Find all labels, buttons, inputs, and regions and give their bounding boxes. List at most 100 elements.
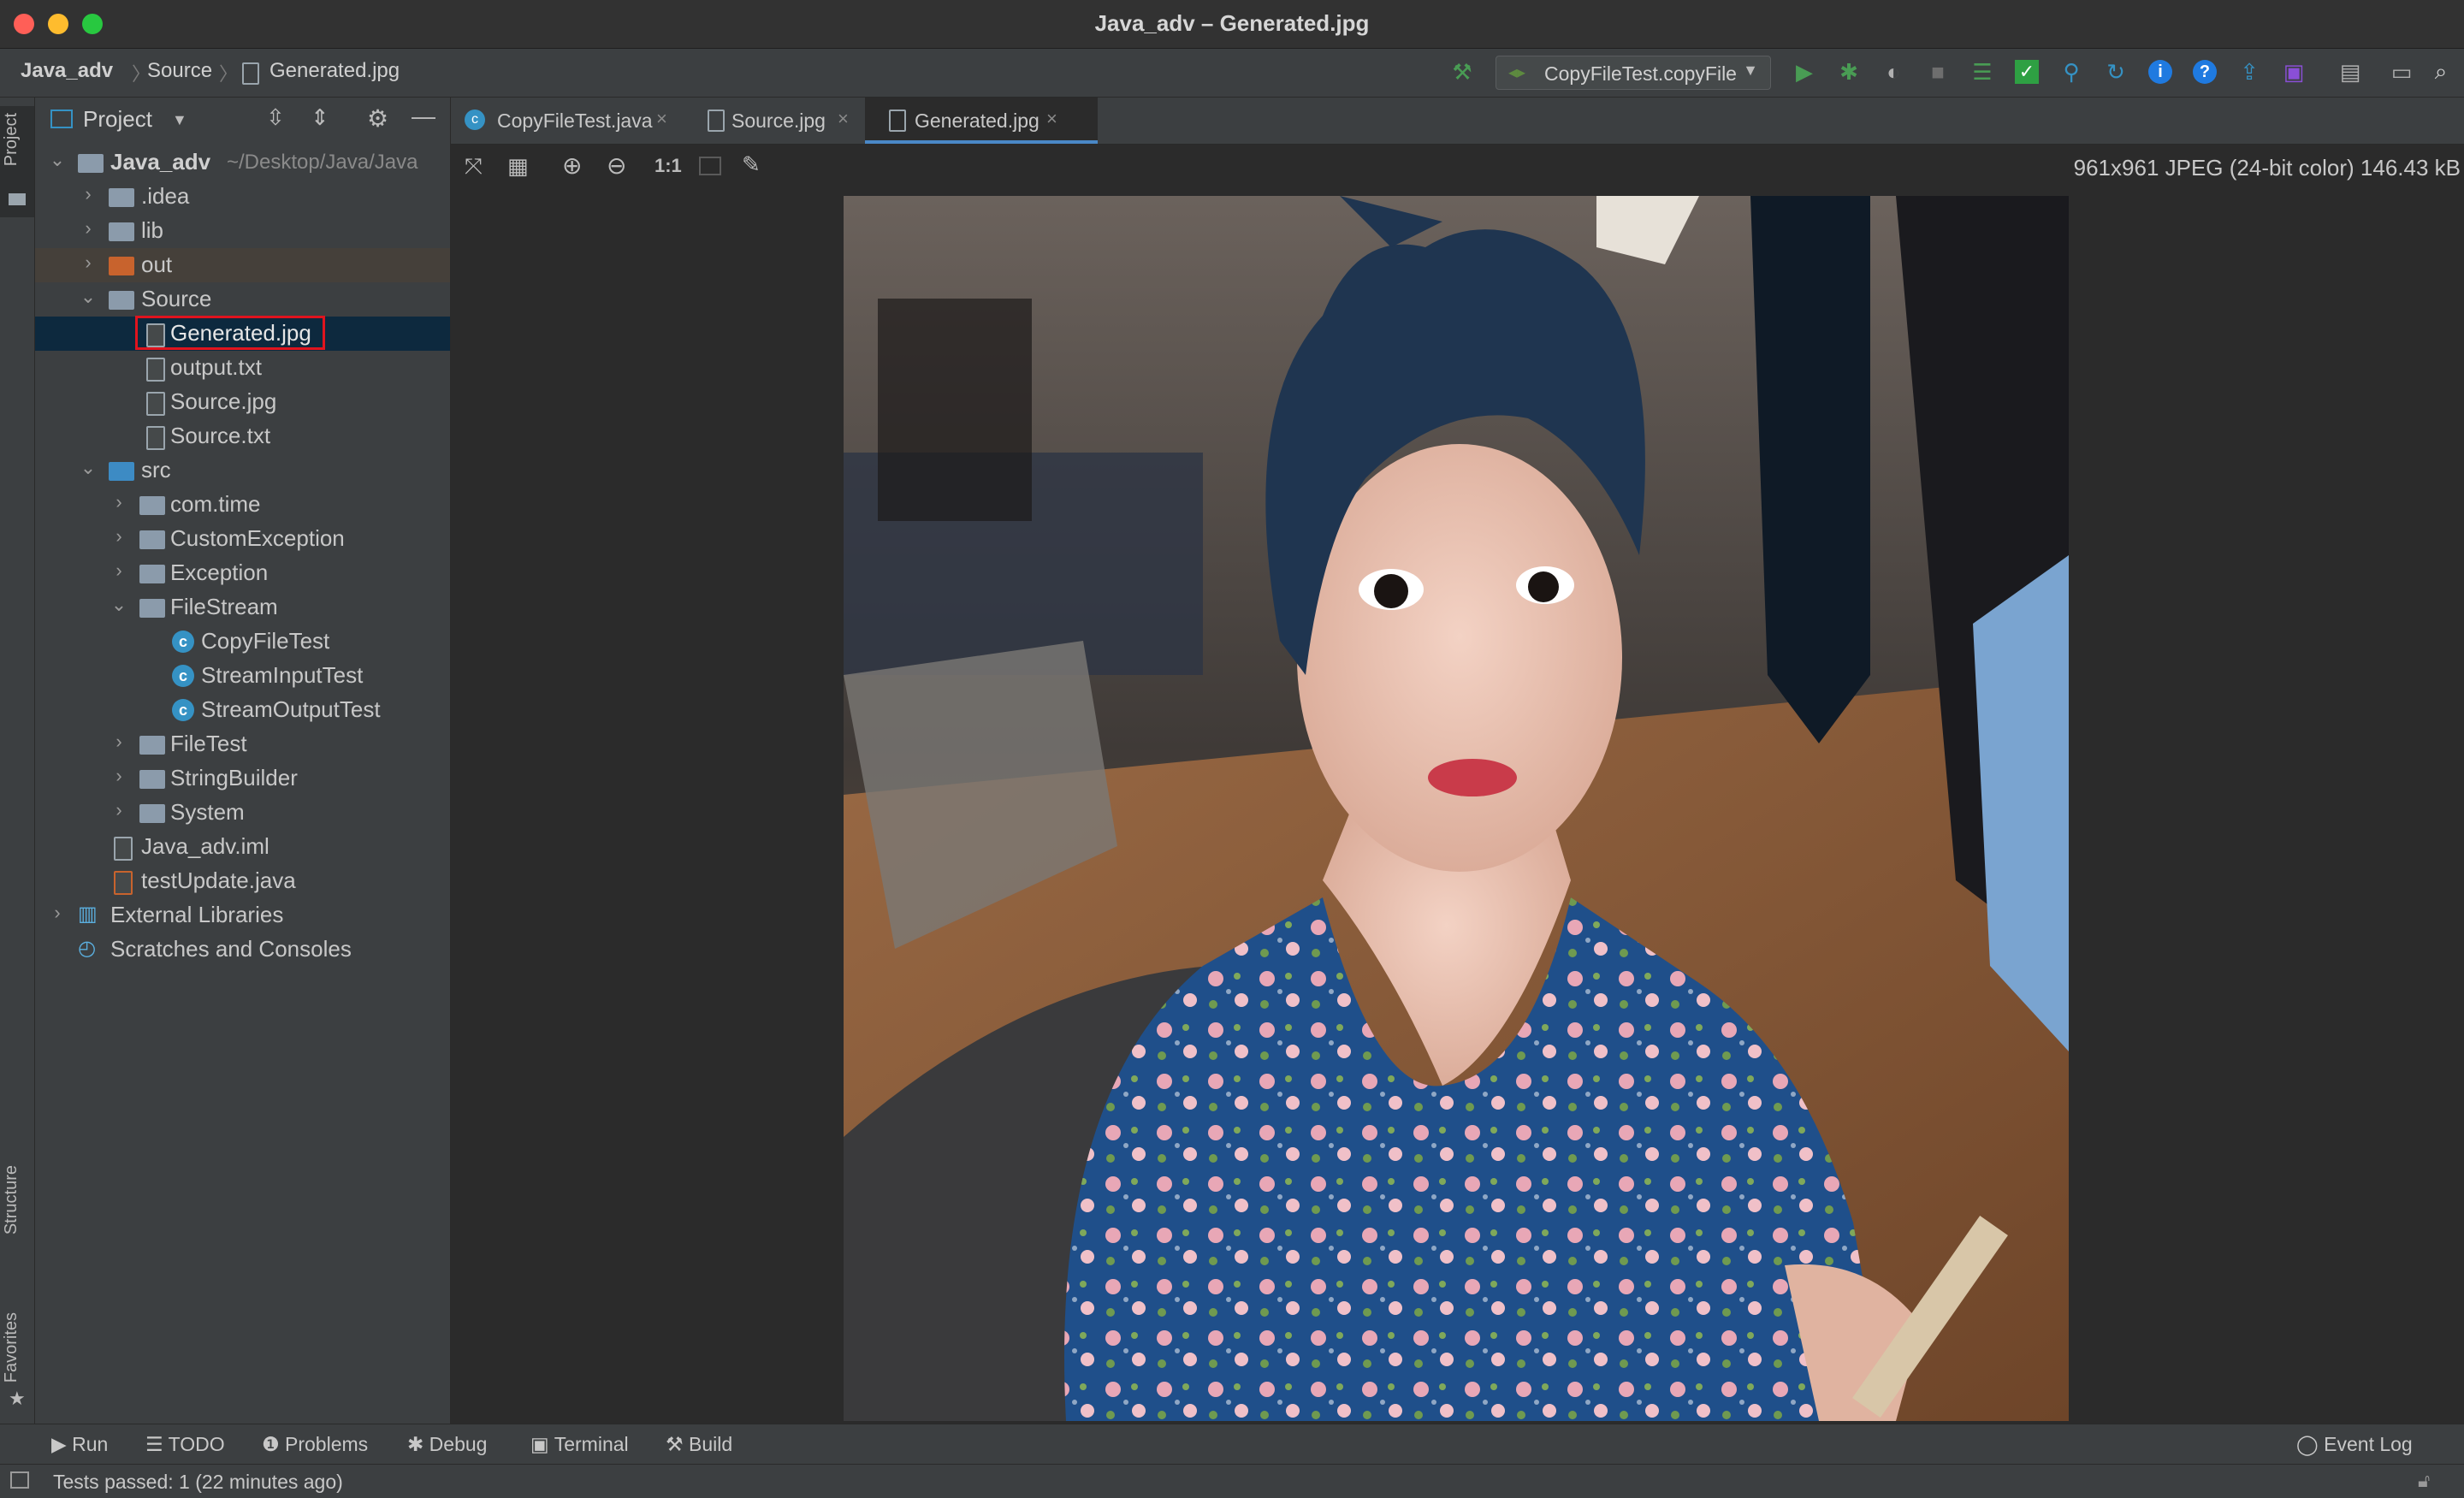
project-view-icon xyxy=(50,110,73,128)
chevron-down-icon[interactable]: ⌄ xyxy=(109,594,129,616)
run-with-coverage-icon[interactable]: ◐ xyxy=(1879,57,1908,86)
run-tool-tab[interactable]: ▶ Run xyxy=(51,1433,108,1456)
tree-item-testupdate-java[interactable]: testUpdate.java xyxy=(35,864,450,898)
close-icon[interactable]: × xyxy=(1046,108,1057,130)
debug-tool-tab[interactable]: ✱ Debug xyxy=(407,1433,487,1456)
structure-tool-tab[interactable]: Structure xyxy=(0,1148,34,1302)
search-icon[interactable]: ⚲ xyxy=(2057,57,2086,86)
tab-label: Event Log xyxy=(2324,1433,2413,1455)
chevron-right-icon[interactable]: › xyxy=(109,731,129,753)
background-toggle-icon[interactable] xyxy=(699,157,721,175)
tree-item-source[interactable]: ⌄ Source xyxy=(35,282,450,317)
chevron-right-icon[interactable]: › xyxy=(109,491,129,513)
tree-item-label: Scratches and Consoles xyxy=(110,936,352,962)
tree-item-idea[interactable]: › .idea xyxy=(35,180,450,214)
project-structure-icon[interactable]: ▤ xyxy=(2336,57,2365,86)
run-icon: ▶ xyxy=(51,1433,73,1455)
plugin-icon[interactable]: ▣ xyxy=(2279,57,2308,86)
chevron-right-icon[interactable]: › xyxy=(109,560,129,582)
run-configuration-selector[interactable]: ◂▸ CopyFileTest.copyFile ▼ xyxy=(1496,56,1771,90)
tab-label: TODO xyxy=(168,1433,225,1455)
fit-to-window-icon[interactable]: ⤧ xyxy=(465,153,483,181)
breadcrumb-folder[interactable]: Source xyxy=(147,59,212,83)
project-view-selector[interactable]: Project xyxy=(83,106,152,133)
chevron-right-icon[interactable]: › xyxy=(78,183,98,205)
tab-copyfiletest-java[interactable]: c CopyFileTest.java × xyxy=(451,98,680,144)
tree-item-external-libraries[interactable]: › ▥ External Libraries xyxy=(35,898,450,933)
tree-item-lib[interactable]: › lib xyxy=(35,214,450,248)
close-icon[interactable]: × xyxy=(838,108,849,130)
stop-icon[interactable]: ■ xyxy=(1923,57,1952,86)
chevron-right-icon[interactable]: › xyxy=(47,902,68,924)
chevron-right-icon[interactable]: › xyxy=(78,217,98,240)
run-icon[interactable]: ▶ xyxy=(1790,57,1819,86)
favorites-tool-tab[interactable]: Favorites ★ xyxy=(0,1295,34,1415)
chevron-right-icon[interactable]: › xyxy=(109,765,129,787)
chevron-right-icon[interactable]: › xyxy=(109,799,129,821)
folder-icon xyxy=(9,193,26,205)
project-tool-label: Project xyxy=(2,113,21,167)
test-list-icon[interactable]: ☰ xyxy=(1968,57,1997,86)
chevron-down-icon[interactable]: ⌄ xyxy=(78,457,98,479)
tree-root-java-adv[interactable]: ⌄ Java_adv ~/Desktop/Java/Java xyxy=(35,145,450,180)
tree-item-output-txt[interactable]: output.txt xyxy=(35,351,450,385)
commit-check-icon[interactable]: ✓ xyxy=(2012,57,2041,86)
breadcrumb-file[interactable]: Generated.jpg xyxy=(270,59,400,83)
tree-item-filetest[interactable]: › FileTest xyxy=(35,727,450,761)
tree-item-copyfiletest[interactable]: c CopyFileTest xyxy=(35,625,450,659)
event-log-tool-tab[interactable]: ◯ Event Log xyxy=(2296,1433,2413,1456)
toggle-tool-windows-icon[interactable] xyxy=(10,1471,29,1489)
build-tool-tab[interactable]: ⚒ Build xyxy=(666,1433,732,1456)
zoom-out-icon[interactable]: ⊖ xyxy=(607,151,626,180)
tree-item-generated-jpg-selected[interactable]: Generated.jpg xyxy=(35,316,450,351)
expand-all-icon[interactable]: ⇳ xyxy=(266,104,285,131)
terminal-tool-tab[interactable]: ▣ Terminal xyxy=(530,1433,629,1456)
tree-item-source-txt[interactable]: Source.txt xyxy=(35,419,450,453)
image-content xyxy=(844,196,2069,1421)
tree-item-streamoutputtest[interactable]: c StreamOutputTest xyxy=(35,693,450,727)
collapse-all-icon[interactable]: ⇕ xyxy=(311,104,329,131)
grid-icon[interactable]: ▦ xyxy=(507,153,529,180)
tree-item-scratches-and-consoles[interactable]: ◴ Scratches and Consoles xyxy=(35,933,450,967)
breadcrumb-project[interactable]: Java_adv xyxy=(21,59,113,83)
refresh-icon[interactable]: ↻ xyxy=(2101,57,2130,86)
chevron-down-icon[interactable]: ▼ xyxy=(172,111,187,129)
tree-item-streaminputtest[interactable]: c StreamInputTest xyxy=(35,659,450,693)
gear-icon[interactable]: ⚙ xyxy=(367,104,388,133)
actual-size-button[interactable]: 1:1 xyxy=(654,155,682,177)
tree-item-system[interactable]: › System xyxy=(35,796,450,830)
tree-item-label: Java_adv.iml xyxy=(141,833,270,859)
chevron-down-icon[interactable]: ⌄ xyxy=(78,286,98,308)
tree-item-label: out xyxy=(141,252,173,277)
tree-item-stringbuilder[interactable]: › StringBuilder xyxy=(35,761,450,796)
todo-tool-tab[interactable]: ☰ TODO xyxy=(145,1433,225,1456)
tree-item-java-adv-iml[interactable]: Java_adv.iml xyxy=(35,830,450,864)
color-picker-icon[interactable]: ✎ xyxy=(742,151,761,178)
chevron-right-icon[interactable]: › xyxy=(109,525,129,548)
chevron-down-icon[interactable]: ⌄ xyxy=(47,149,68,171)
close-icon[interactable]: × xyxy=(656,108,667,130)
tree-item-source-jpg[interactable]: Source.jpg xyxy=(35,385,450,419)
tree-item-com-time[interactable]: › com.time xyxy=(35,488,450,522)
tree-item-exception[interactable]: › Exception xyxy=(35,556,450,590)
lock-icon[interactable]: 🔓︎ xyxy=(2418,1470,2430,1492)
tree-item-src[interactable]: ⌄ src xyxy=(35,453,450,488)
upload-icon[interactable]: ⇪ xyxy=(2235,57,2264,86)
project-tool-tab[interactable]: Project xyxy=(0,106,34,217)
problems-tool-tab[interactable]: ❶ Problems xyxy=(262,1433,368,1456)
zoom-in-icon[interactable]: ⊕ xyxy=(562,151,582,180)
search-everywhere-icon[interactable]: ⌕ xyxy=(2426,57,2455,86)
debug-bug-icon[interactable]: ✱ xyxy=(1834,57,1863,86)
tab-source-jpg[interactable]: Source.jpg × xyxy=(699,98,877,144)
build-hammer-icon[interactable]: ⚒ xyxy=(1448,57,1477,86)
info-icon[interactable]: i xyxy=(2146,57,2175,86)
help-icon[interactable]: ? xyxy=(2190,57,2219,86)
tree-item-customexception[interactable]: › CustomException xyxy=(35,522,450,556)
chevron-right-icon[interactable]: › xyxy=(78,252,98,274)
tree-item-filestream[interactable]: ⌄ FileStream xyxy=(35,590,450,625)
tab-generated-jpg-active[interactable]: Generated.jpg × xyxy=(865,98,1098,144)
hide-panel-icon[interactable]: — xyxy=(412,103,435,130)
resources-folder-icon xyxy=(109,291,134,310)
tree-item-out[interactable]: › out xyxy=(35,248,450,282)
presentation-icon[interactable]: ▭ xyxy=(2387,57,2416,86)
